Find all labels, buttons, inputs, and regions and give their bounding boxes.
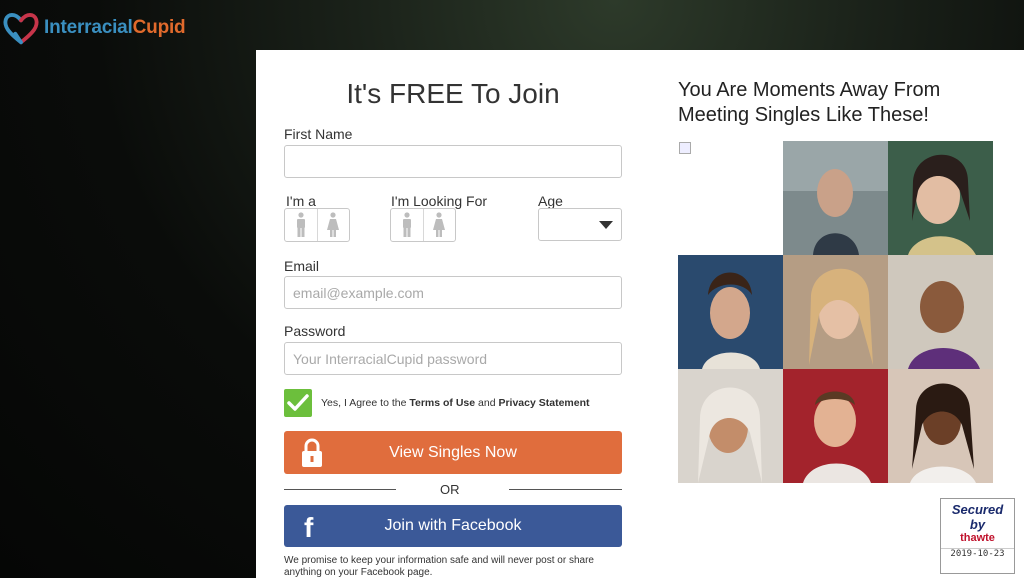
broken-photo xyxy=(678,141,783,255)
brand-name: InterracialCupid xyxy=(44,17,186,39)
male-icon xyxy=(402,212,411,237)
form-title: It's FREE To Join xyxy=(346,78,560,109)
site-logo[interactable]: InterracialCupid xyxy=(2,10,186,46)
person-photo xyxy=(888,255,993,369)
male-icon xyxy=(296,212,305,237)
agree-checkbox[interactable] xyxy=(284,389,312,417)
heart-logo-icon xyxy=(3,13,39,45)
seal-line3: thawte xyxy=(960,532,995,544)
looking-for-label: I'm Looking For xyxy=(391,193,488,209)
age-label: Age xyxy=(538,193,563,209)
brand-name-part2: Cupid xyxy=(132,17,186,38)
agree-prefix: Yes, I Agree to the xyxy=(321,397,410,409)
im-a-gender-selector xyxy=(284,208,350,242)
person-photo xyxy=(783,141,888,255)
view-singles-button[interactable]: View Singles Now xyxy=(284,431,622,474)
looking-for-male-option[interactable] xyxy=(391,209,423,241)
email-label: Email xyxy=(284,258,320,274)
seal-line2: by xyxy=(969,517,986,532)
person-photo xyxy=(783,369,888,483)
single-photo xyxy=(678,369,783,483)
singles-heading: You Are Moments Away From Meeting Single… xyxy=(678,78,998,128)
password-label: Password xyxy=(284,323,346,339)
seal-date: 2019-10-23 xyxy=(941,548,1014,559)
privacy-promise-text: We promise to keep your information safe… xyxy=(284,555,594,578)
single-photo xyxy=(783,141,888,255)
password-input[interactable] xyxy=(284,342,622,375)
view-singles-label: View Singles Now xyxy=(389,443,517,461)
im-a-female-option[interactable] xyxy=(316,209,350,241)
single-photo xyxy=(783,369,888,483)
im-a-label: I'm a xyxy=(286,193,316,209)
first-name-input[interactable] xyxy=(284,145,622,178)
female-icon xyxy=(433,212,446,237)
lock-icon xyxy=(302,438,322,467)
person-photo xyxy=(783,255,888,369)
looking-for-female-option[interactable] xyxy=(422,209,456,241)
singles-heading-line2: Meeting Singles Like These! xyxy=(678,104,929,126)
looking-for-gender-selector xyxy=(390,208,456,242)
agree-text: Yes, I Agree to the Terms of Use and Pri… xyxy=(321,397,590,409)
person-photo xyxy=(678,369,783,483)
email-input[interactable] xyxy=(284,276,622,309)
join-facebook-label: Join with Facebook xyxy=(384,517,522,534)
or-label: OR xyxy=(440,482,460,497)
person-photo xyxy=(888,369,993,483)
brand-name-part1: Interracial xyxy=(44,17,133,38)
checkmark-icon xyxy=(287,394,309,411)
divider-left xyxy=(284,489,396,490)
single-photo xyxy=(783,255,888,369)
age-select[interactable] xyxy=(538,208,622,241)
broken-image-icon xyxy=(679,142,691,154)
signup-card: It's FREE To Join First Name I'm a I'm L… xyxy=(256,50,1024,578)
person-photo xyxy=(678,255,783,369)
first-name-label: First Name xyxy=(284,126,353,142)
single-photo xyxy=(678,255,783,369)
single-photo xyxy=(888,255,993,369)
facebook-icon: f xyxy=(304,512,314,543)
privacy-statement-link[interactable]: Privacy Statement xyxy=(498,397,589,409)
im-a-male-option[interactable] xyxy=(285,209,317,241)
chevron-down-icon xyxy=(599,221,613,229)
singles-heading-line1: You Are Moments Away From xyxy=(678,79,941,101)
terms-of-use-link[interactable]: Terms of Use xyxy=(409,397,475,409)
single-photo xyxy=(888,369,993,483)
agree-and: and xyxy=(475,397,499,409)
singles-photo-grid xyxy=(678,141,993,484)
person-photo xyxy=(888,141,993,255)
female-icon xyxy=(327,212,340,237)
single-photo xyxy=(888,141,993,255)
thawte-security-seal[interactable]: Secured by thawte 2019-10-23 xyxy=(940,498,1015,574)
join-facebook-button[interactable]: f Join with Facebook xyxy=(284,505,622,547)
seal-line1: Secured xyxy=(951,502,1004,517)
divider-right xyxy=(509,489,622,490)
